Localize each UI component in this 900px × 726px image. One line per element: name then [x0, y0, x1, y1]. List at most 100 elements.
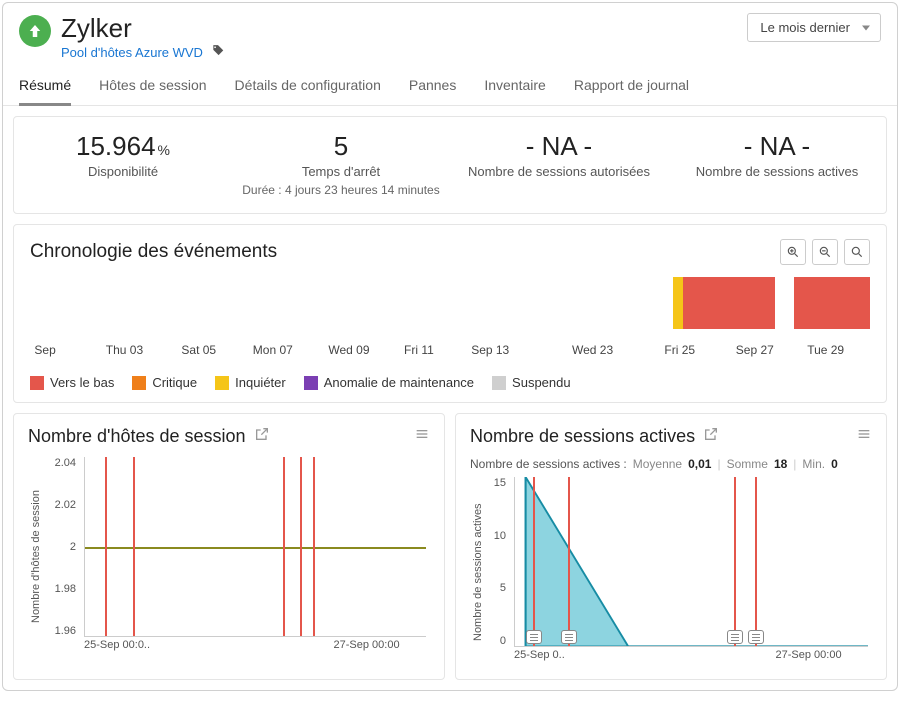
legend-label: Critique — [152, 375, 197, 390]
popout-icon[interactable] — [254, 426, 270, 447]
stat-active-sessions: - NA - Nombre de sessions actives — [668, 131, 886, 197]
tabs: Résumé Hôtes de session Détails de confi… — [3, 61, 897, 106]
stat-availability: 15.964% Disponibilité — [14, 131, 232, 197]
chart1-title: Nombre d'hôtes de session — [28, 426, 246, 447]
timeline-legend: Vers le bas Critique Inquiéter Anomalie … — [30, 375, 870, 390]
ytick: 10 — [486, 530, 506, 542]
avg-label: Moyenne — [633, 457, 682, 471]
time-range-select[interactable]: Le mois dernier — [747, 13, 881, 42]
avg-value: 0,01 — [688, 457, 711, 471]
zoom-controls — [780, 239, 870, 265]
chart1-ylabel: Nombre d'hôtes de session — [28, 457, 44, 657]
swatch-icon — [30, 376, 44, 390]
page-title: Zylker — [61, 13, 225, 44]
timeline-tick: Sep — [34, 343, 55, 357]
tag-icon[interactable] — [211, 44, 225, 61]
timeline-tick: Thu 03 — [106, 343, 143, 357]
stat-downtime-sub: Durée : 4 jours 23 heures 14 minutes — [242, 183, 440, 197]
timeline-track[interactable] — [30, 277, 870, 339]
chart1-plot[interactable]: 2.04 2.02 2 1.98 1.96 — [44, 457, 430, 657]
annotation-icon[interactable] — [561, 630, 577, 644]
event-marker — [313, 457, 315, 636]
stat-active-value: - NA - — [678, 131, 876, 162]
stat-downtime: 5 Temps d'arrêt Durée : 4 jours 23 heure… — [232, 131, 450, 197]
chart-session-hosts: Nombre d'hôtes de session Nombre d'hôtes… — [13, 413, 445, 680]
annotation-icon[interactable] — [526, 630, 542, 644]
tab-hotes-session[interactable]: Hôtes de session — [99, 71, 206, 105]
timeline-tick: Wed 09 — [328, 343, 369, 357]
zoom-in-button[interactable] — [780, 239, 806, 265]
event-marker — [105, 457, 107, 636]
event-marker — [734, 477, 736, 646]
xtick: 27-Sep 00:00 — [334, 639, 400, 657]
timeline-tick: Tue 29 — [807, 343, 844, 357]
hamburger-icon[interactable] — [856, 426, 872, 447]
sum-value: 18 — [774, 457, 787, 471]
legend-label: Vers le bas — [50, 375, 114, 390]
min-value: 0 — [831, 457, 838, 471]
ytick: 2.04 — [44, 457, 76, 469]
chart2-plot[interactable]: 15 10 5 0 — [486, 477, 872, 667]
stat-availability-label: Disponibilité — [24, 164, 222, 179]
chart2-xaxis: 25-Sep 0.. 27-Sep 00:00 — [514, 649, 868, 667]
chart2-summary: Nombre de sessions actives : Moyenne 0,0… — [470, 457, 872, 471]
swatch-icon — [304, 376, 318, 390]
stat-availability-value: 15.964 — [76, 131, 156, 161]
time-range-label: Le mois dernier — [760, 20, 850, 35]
xtick: 25-Sep 00:0.. — [84, 639, 150, 657]
legend-label: Inquiéter — [235, 375, 286, 390]
stats-card: 15.964% Disponibilité 5 Temps d'arrêt Du… — [13, 116, 887, 214]
ytick: 1.96 — [44, 625, 76, 637]
timeline-seg-down-1 — [683, 277, 775, 329]
stat-allowed-label: Nombre de sessions autorisées — [460, 164, 658, 179]
breadcrumb-link[interactable]: Pool d'hôtes Azure WVD — [61, 45, 203, 60]
chart1-plotarea — [84, 457, 426, 637]
tab-pannes[interactable]: Pannes — [409, 71, 456, 105]
timeline-tick: Sat 05 — [181, 343, 216, 357]
event-marker — [568, 477, 570, 646]
tab-rapport[interactable]: Rapport de journal — [574, 71, 689, 105]
tab-details-config[interactable]: Détails de configuration — [235, 71, 381, 105]
ytick: 0 — [486, 635, 506, 647]
ytick: 1.98 — [44, 583, 76, 595]
swatch-icon — [132, 376, 146, 390]
chart2-ylabel: Nombre de sessions actives — [470, 477, 486, 667]
legend-item: Anomalie de maintenance — [304, 375, 474, 390]
stat-downtime-label: Temps d'arrêt — [242, 164, 440, 179]
stat-allowed-value: - NA - — [460, 131, 658, 162]
timeline-tick: Sep 13 — [471, 343, 509, 357]
timeline-tick: Wed 23 — [572, 343, 613, 357]
timeline-tick: Fri 11 — [404, 343, 434, 357]
legend-item: Suspendu — [492, 375, 571, 390]
ytick: 5 — [486, 582, 506, 594]
timeline-xaxis: Sep Thu 03 Sat 05 Mon 07 Wed 09 Fri 11 S… — [30, 343, 870, 361]
popout-icon[interactable] — [703, 426, 719, 447]
zoom-out-button[interactable] — [812, 239, 838, 265]
zoom-reset-button[interactable] — [844, 239, 870, 265]
swatch-icon — [492, 376, 506, 390]
legend-label: Suspendu — [512, 375, 571, 390]
stat-downtime-value: 5 — [242, 131, 440, 162]
tab-inventaire[interactable]: Inventaire — [484, 71, 545, 105]
event-marker — [133, 457, 135, 636]
annotation-icon[interactable] — [727, 630, 743, 644]
annotation-icon[interactable] — [748, 630, 764, 644]
chart1-series-line — [85, 547, 426, 549]
timeline-tick: Fri 25 — [664, 343, 695, 357]
status-up-icon — [19, 15, 51, 47]
hamburger-icon[interactable] — [414, 426, 430, 447]
xtick: 25-Sep 0.. — [514, 649, 565, 667]
event-marker — [283, 457, 285, 636]
chart1-xaxis: 25-Sep 00:0.. 27-Sep 00:00 — [84, 639, 426, 657]
chart2-summary-label: Nombre de sessions actives : — [470, 457, 627, 471]
tab-resume[interactable]: Résumé — [19, 71, 71, 106]
ytick: 2 — [44, 541, 76, 553]
timeline-seg-down-2 — [794, 277, 870, 329]
chart-active-sessions: Nombre de sessions actives Nombre de ses… — [455, 413, 887, 680]
legend-item: Inquiéter — [215, 375, 286, 390]
sum-label: Somme — [727, 457, 768, 471]
ytick: 15 — [486, 477, 506, 489]
timeline-seg-worry — [673, 277, 683, 329]
chart1-yaxis: 2.04 2.02 2 1.98 1.96 — [44, 457, 80, 637]
charts-row: Nombre d'hôtes de session Nombre d'hôtes… — [3, 413, 897, 690]
